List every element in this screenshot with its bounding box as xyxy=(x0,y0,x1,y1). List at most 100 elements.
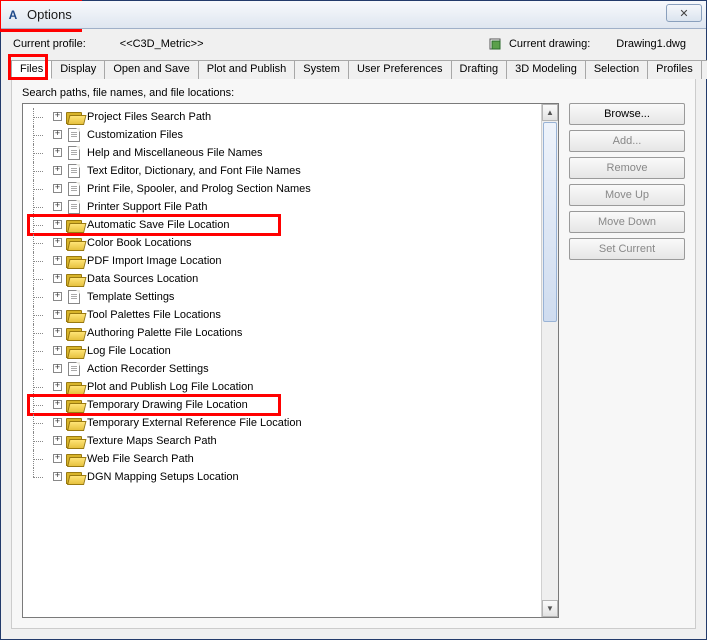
tree-item-label: Texture Maps Search Path xyxy=(87,432,217,450)
tab-drafting[interactable]: Drafting xyxy=(451,60,508,79)
scroll-down-icon[interactable]: ▼ xyxy=(542,600,558,617)
tab-userpref[interactable]: User Preferences xyxy=(348,60,452,79)
expand-icon[interactable]: + xyxy=(53,256,62,265)
tab-profiles[interactable]: Profiles xyxy=(647,60,702,79)
panel-heading: Search paths, file names, and file locat… xyxy=(22,87,685,99)
tree-item[interactable]: +DGN Mapping Setups Location xyxy=(25,468,556,486)
expand-icon[interactable]: + xyxy=(53,148,62,157)
add-button[interactable]: Add... xyxy=(569,130,685,152)
drawing-icon xyxy=(489,37,503,51)
tab-aec[interactable]: AEC Editor xyxy=(701,60,707,79)
close-button[interactable]: ✕ xyxy=(666,4,702,22)
folder-open-icon xyxy=(66,344,82,358)
close-icon: ✕ xyxy=(679,7,688,20)
browse-button[interactable]: Browse... xyxy=(569,103,685,125)
tree-item[interactable]: + Color Book Locations xyxy=(25,234,556,252)
tab-selection[interactable]: Selection xyxy=(585,60,648,79)
file-icon xyxy=(66,362,82,376)
tree-lines xyxy=(25,234,53,252)
expand-icon[interactable]: + xyxy=(53,220,62,229)
tree-lines xyxy=(25,450,53,468)
folder-open-icon xyxy=(66,452,82,466)
expand-icon[interactable]: + xyxy=(53,202,62,211)
tree-item[interactable]: + Authoring Palette File Locations xyxy=(25,324,556,342)
tree-lines xyxy=(25,288,53,306)
tree-item[interactable]: +PDF Import Image Location xyxy=(25,252,556,270)
tab-plot[interactable]: Plot and Publish xyxy=(198,60,296,79)
tree-item[interactable]: +Plot and Publish Log File Location xyxy=(25,378,556,396)
movedown-button[interactable]: Move Down xyxy=(569,211,685,233)
file-icon xyxy=(66,146,82,160)
window-title: Options xyxy=(27,7,72,22)
tree-item[interactable]: + Temporary Drawing File Location xyxy=(25,396,556,414)
folder-open-icon xyxy=(66,380,82,394)
tree-lines xyxy=(25,126,53,144)
expand-icon[interactable]: + xyxy=(53,112,62,121)
expand-icon[interactable]: + xyxy=(53,400,62,409)
setcurrent-button[interactable]: Set Current xyxy=(569,238,685,260)
tab-display[interactable]: Display xyxy=(51,60,105,79)
tree-item-label: Help and Miscellaneous File Names xyxy=(87,144,262,162)
expand-icon[interactable]: + xyxy=(53,166,62,175)
tree-item[interactable]: +Log File Location xyxy=(25,342,556,360)
folder-open-icon xyxy=(66,470,82,484)
expand-icon[interactable]: + xyxy=(53,454,62,463)
expand-icon[interactable]: + xyxy=(53,364,62,373)
tree-lines xyxy=(25,162,53,180)
tree-lines xyxy=(25,144,53,162)
tree-item[interactable]: + Help and Miscellaneous File Names xyxy=(25,144,556,162)
folder-open-icon xyxy=(66,218,82,232)
tab-files[interactable]: Files xyxy=(11,60,52,79)
expand-icon[interactable]: + xyxy=(53,310,62,319)
tree-item[interactable]: +Web File Search Path xyxy=(25,450,556,468)
tree-item[interactable]: + Tool Palettes File Locations xyxy=(25,306,556,324)
tree-lines xyxy=(25,180,53,198)
tree-item[interactable]: + Print File, Spooler, and Prolog Section… xyxy=(25,180,556,198)
tree-item-label: Tool Palettes File Locations xyxy=(87,306,221,324)
expand-icon[interactable]: + xyxy=(53,238,62,247)
scroll-up-icon[interactable]: ▲ xyxy=(542,104,558,121)
expand-icon[interactable]: + xyxy=(53,130,62,139)
vertical-scrollbar[interactable]: ▲ ▼ xyxy=(541,104,558,617)
file-tree[interactable]: +Project Files Search Path+Customization… xyxy=(23,104,558,617)
tree-item[interactable]: + Text Editor, Dictionary, and Font File … xyxy=(25,162,556,180)
tree-item-label: Temporary External Reference File Locati… xyxy=(87,414,302,432)
remove-button[interactable]: Remove xyxy=(569,157,685,179)
tab-3d[interactable]: 3D Modeling xyxy=(506,60,586,79)
tree-item[interactable]: + Texture Maps Search Path xyxy=(25,432,556,450)
tab-open[interactable]: Open and Save xyxy=(104,60,198,79)
file-icon xyxy=(66,182,82,196)
tree-item[interactable]: +Template Settings xyxy=(25,288,556,306)
expand-icon[interactable]: + xyxy=(53,382,62,391)
moveup-button[interactable]: Move Up xyxy=(569,184,685,206)
tree-item[interactable]: +Customization Files xyxy=(25,126,556,144)
expand-icon[interactable]: + xyxy=(53,346,62,355)
tree-item[interactable]: +Printer Support File Path xyxy=(25,198,556,216)
expand-icon[interactable]: + xyxy=(53,292,62,301)
folder-open-icon xyxy=(66,398,82,412)
expand-icon[interactable]: + xyxy=(53,184,62,193)
expand-icon[interactable]: + xyxy=(53,472,62,481)
expand-icon[interactable]: + xyxy=(53,328,62,337)
file-icon xyxy=(66,290,82,304)
tree-item[interactable]: +Action Recorder Settings xyxy=(25,360,556,378)
tree-lines xyxy=(25,378,53,396)
tree-item-label: Temporary Drawing File Location xyxy=(87,396,248,414)
scroll-thumb[interactable] xyxy=(543,122,557,322)
files-panel: Search paths, file names, and file locat… xyxy=(11,79,696,629)
tree-item[interactable]: + Temporary External Reference File Locat… xyxy=(25,414,556,432)
tree-item-label: Print File, Spooler, and Prolog Section … xyxy=(87,180,311,198)
expand-icon[interactable]: + xyxy=(53,418,62,427)
tree-item-label: Authoring Palette File Locations xyxy=(87,324,242,342)
titlebar: A Options ✕ xyxy=(1,1,706,29)
side-buttons: Browse... Add... Remove Move Up Move Dow… xyxy=(569,103,685,618)
tab-system[interactable]: System xyxy=(294,60,349,79)
folder-open-icon xyxy=(66,110,82,124)
expand-icon[interactable]: + xyxy=(53,436,62,445)
tree-item[interactable]: +Data Sources Location xyxy=(25,270,556,288)
expand-icon[interactable]: + xyxy=(53,274,62,283)
tree-item-label: Color Book Locations xyxy=(87,234,192,252)
tree-item[interactable]: +Automatic Save File Location xyxy=(25,216,556,234)
tree-item-label: Text Editor, Dictionary, and Font File N… xyxy=(87,162,301,180)
tree-item[interactable]: +Project Files Search Path xyxy=(25,108,556,126)
